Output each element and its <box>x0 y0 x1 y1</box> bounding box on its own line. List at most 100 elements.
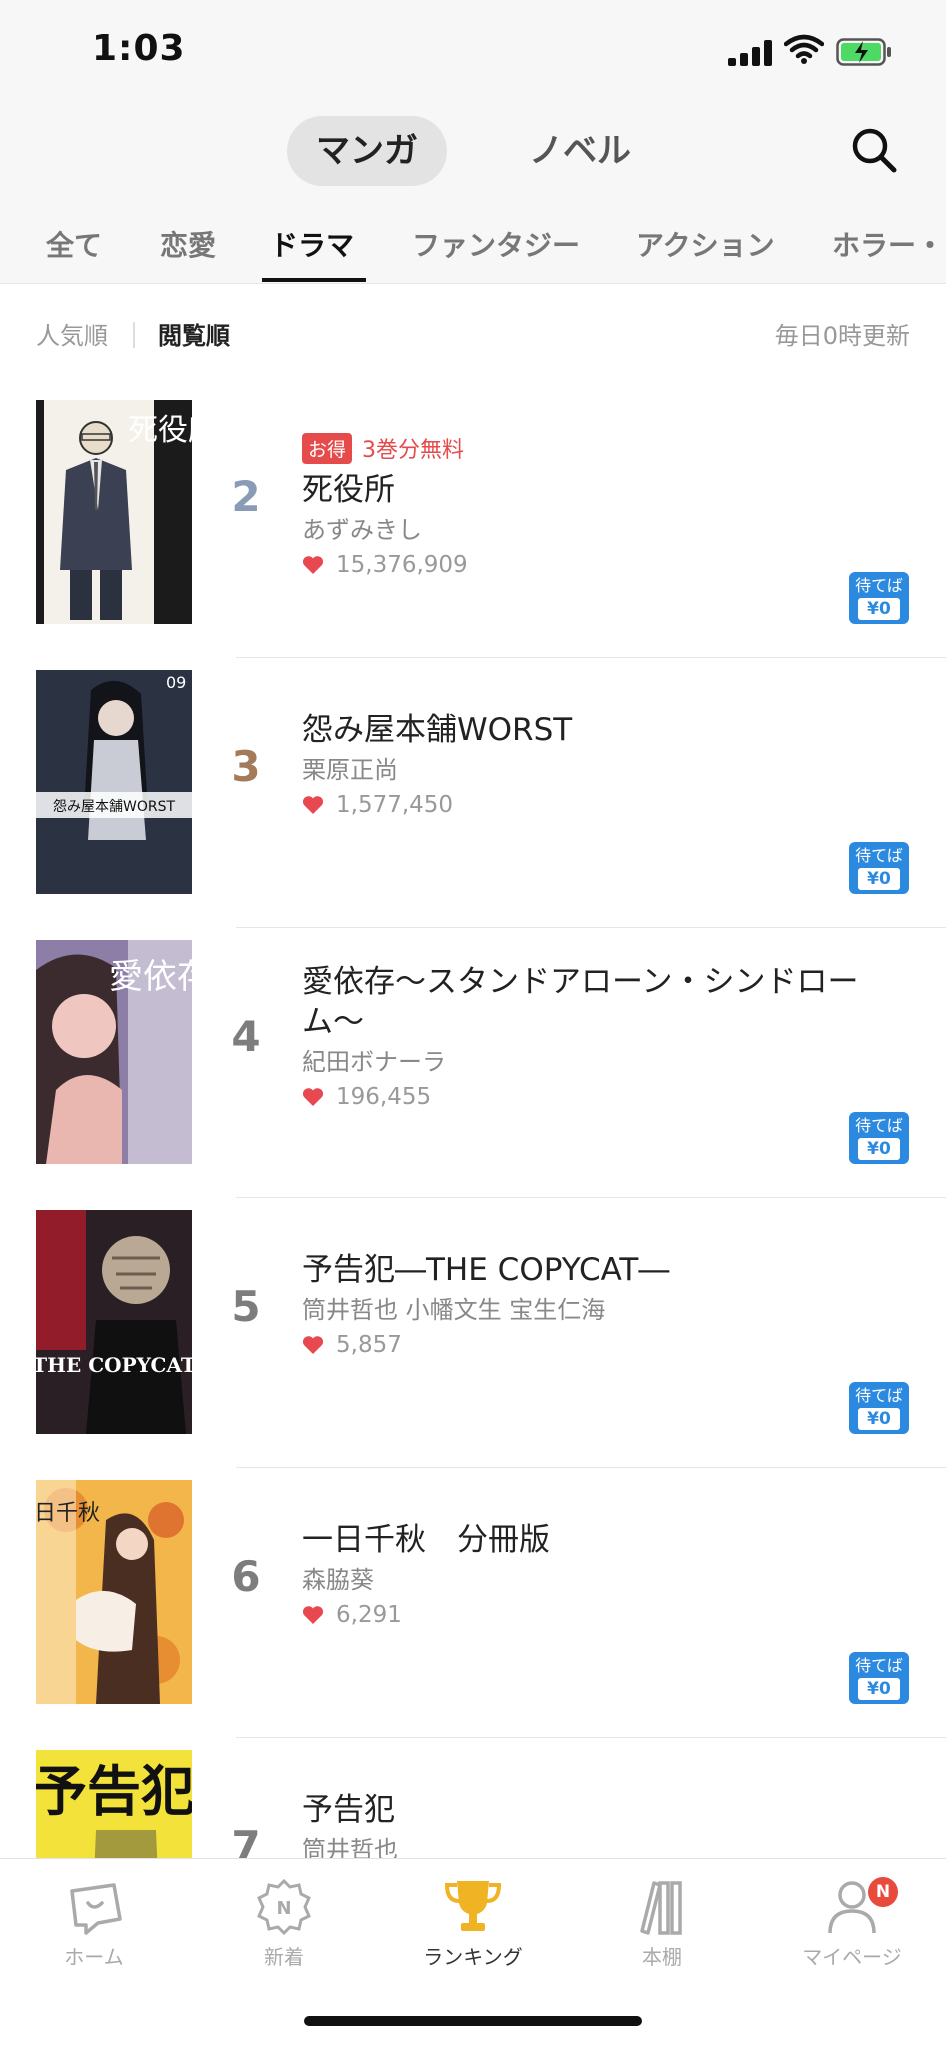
item-title: 怨み屋本舗WORST <box>302 712 573 748</box>
deal-text: 3巻分無料 <box>362 438 465 463</box>
rank-number: 6 <box>231 1552 261 1601</box>
wait-badge-line1: 待てば <box>855 846 903 865</box>
nav-label-home: ホーム <box>64 1945 124 1969</box>
rank-number: 3 <box>231 742 261 791</box>
nav-ranking[interactable]: ランキング <box>403 1877 543 1970</box>
rank-number: 7 <box>231 1822 261 1858</box>
sort-views[interactable]: 閲覧順 <box>158 316 230 351</box>
deal-row: お得 3巻分無料 <box>302 432 902 464</box>
wait-free-badge: 待てば ¥0 <box>849 1652 909 1704</box>
item-author: 森脇葵 <box>302 1566 374 1594</box>
battery-charging-icon <box>836 38 891 66</box>
wait-badge-line1: 待てば <box>855 576 903 595</box>
cover-image: 愛依存 <box>36 940 192 1164</box>
wait-free-badge: 待てば ¥0 <box>849 572 909 624</box>
item-info: 怨み屋本舗WORST 栗原正尚 1,577,450 <box>302 710 902 818</box>
genre-tab-all[interactable]: 全て <box>46 224 102 264</box>
item-info: お得 3巻分無料 死役所 あずみきし 15,376,909 <box>302 432 902 578</box>
cover-image: 怨み屋本舗WORST 09 <box>36 670 192 894</box>
cover-image: THE COPYCAT <box>36 1210 192 1434</box>
trophy-icon <box>444 1881 502 1931</box>
item-info: 予告犯―THE COPYCAT― 筒井哲也 小幡文生 宝生仁海 5,857 <box>302 1250 902 1358</box>
bookshelf-icon <box>640 1881 682 1935</box>
status-time: 1:03 <box>92 28 186 69</box>
search-icon[interactable] <box>848 124 900 176</box>
rank-number: 4 <box>231 1012 261 1061</box>
cover-image: 予告犯 <box>36 1750 192 1858</box>
cover-title: 怨み屋本舗WORST <box>53 799 175 815</box>
genre-tab-romance[interactable]: 恋愛 <box>160 224 216 264</box>
ranking-item[interactable]: 一日千秋 6 一日千秋 分冊版 森脇葵 6,291 待てば ¥0 <box>0 1468 946 1738</box>
svg-text:09: 09 <box>166 673 186 692</box>
wait-badge-line1: 待てば <box>855 1656 903 1675</box>
cover-title: 愛依存 <box>109 957 192 997</box>
likes-count: 6,291 <box>336 1602 402 1628</box>
status-bar: 1:03 <box>0 0 946 100</box>
item-title: 予告犯―THE COPYCAT― <box>302 1252 670 1288</box>
nav-mypage[interactable]: N マイページ <box>782 1877 922 1970</box>
cover-title: 予告犯 <box>36 1759 192 1823</box>
ranking-item[interactable]: THE COPYCAT 5 予告犯―THE COPYCAT― 筒井哲也 小幡文生… <box>0 1198 946 1468</box>
sort-row: 人気順 閲覧順 毎日0時更新 <box>0 312 946 358</box>
cover-title: 死役所 <box>128 413 192 448</box>
wait-badge-line1: 待てば <box>855 1386 903 1405</box>
wait-badge-line2: ¥0 <box>858 598 900 620</box>
wait-badge-line2: ¥0 <box>858 1678 900 1700</box>
genre-tab-fantasy[interactable]: ファンタジー <box>412 224 580 264</box>
nav-new[interactable]: N 新着 <box>214 1877 354 1970</box>
nav-label-bookshelf: 本棚 <box>642 1945 682 1969</box>
item-title: 予告犯 <box>302 1792 395 1828</box>
sort-popular[interactable]: 人気順 <box>36 316 108 351</box>
mode-tabs: マンガ ノベル <box>0 116 946 186</box>
ranking-item[interactable]: 怨み屋本舗WORST 09 3 怨み屋本舗WORST 栗原正尚 1,577,45… <box>0 658 946 928</box>
item-info: 愛依存〜スタンドアローン・シンドローム〜 紀田ボナーラ 196,455 <box>302 962 902 1110</box>
new-icon: N <box>257 1878 311 1936</box>
nav-home[interactable]: ホーム <box>24 1877 164 1970</box>
item-author: 栗原正尚 <box>302 756 398 784</box>
deal-badge: お得 <box>302 432 353 464</box>
item-info: 一日千秋 分冊版 森脇葵 6,291 <box>302 1520 902 1628</box>
likes-count: 1,577,450 <box>336 792 454 818</box>
genre-tab-horror[interactable]: ホラー・ <box>832 224 944 264</box>
tab-manga[interactable]: マンガ <box>287 116 447 186</box>
likes-row: 6,291 <box>302 1602 902 1628</box>
genre-tab-drama[interactable]: ドラマ <box>270 224 354 264</box>
heart-icon <box>302 556 324 574</box>
ranking-item[interactable]: 死役所 2 お得 3巻分無料 死役所 あずみきし 15,376,909 <box>0 388 946 658</box>
header-area: 1:03 マンガ ノベル 全て 恋愛 ドラマ ファンタジー アクション ホラー・ <box>0 0 946 284</box>
genre-tab-action[interactable]: アクション <box>636 224 775 264</box>
home-indicator <box>304 2016 642 2026</box>
likes-row: 15,376,909 <box>302 552 902 578</box>
nav-label-new: 新着 <box>264 1945 304 1969</box>
item-info: 予告犯 筒井哲也 <box>302 1790 902 1858</box>
cover-title: 一日千秋 <box>36 1501 100 1526</box>
cellular-signal-icon <box>728 40 772 66</box>
ranking-item[interactable]: 予告犯 7 予告犯 筒井哲也 <box>0 1738 946 1858</box>
ranking-item[interactable]: 愛依存 4 愛依存〜スタンドアローン・シンドローム〜 紀田ボナーラ 196,45… <box>0 928 946 1198</box>
tab-novel[interactable]: ノベル <box>510 116 650 186</box>
heart-icon <box>302 796 324 814</box>
likes-row: 1,577,450 <box>302 792 902 818</box>
notification-badge: N <box>868 1877 898 1907</box>
home-icon <box>70 1883 122 1935</box>
item-author: 紀田ボナーラ <box>302 1048 446 1076</box>
likes-count: 5,857 <box>336 1332 402 1358</box>
likes-row: 196,455 <box>302 1084 902 1110</box>
wifi-icon <box>784 34 824 64</box>
sort-divider <box>133 322 135 348</box>
nav-label-ranking: ランキング <box>423 1945 523 1969</box>
nav-label-mypage: マイページ <box>802 1945 902 1969</box>
rank-number: 5 <box>231 1282 261 1331</box>
cover-title: THE COPYCAT <box>36 1353 192 1377</box>
cover-image: 一日千秋 <box>36 1480 192 1704</box>
wait-badge-line2: ¥0 <box>858 1138 900 1160</box>
update-note: 毎日0時更新 <box>774 322 910 350</box>
wait-badge-line2: ¥0 <box>858 868 900 890</box>
svg-text:N: N <box>276 1898 291 1919</box>
heart-icon <box>302 1606 324 1624</box>
likes-count: 196,455 <box>336 1084 432 1110</box>
wait-badge-line2: ¥0 <box>858 1408 900 1430</box>
ranking-list: 死役所 2 お得 3巻分無料 死役所 あずみきし 15,376,909 <box>0 388 946 1858</box>
nav-bookshelf[interactable]: 本棚 <box>592 1877 732 1970</box>
cover-image: 死役所 <box>36 400 192 624</box>
